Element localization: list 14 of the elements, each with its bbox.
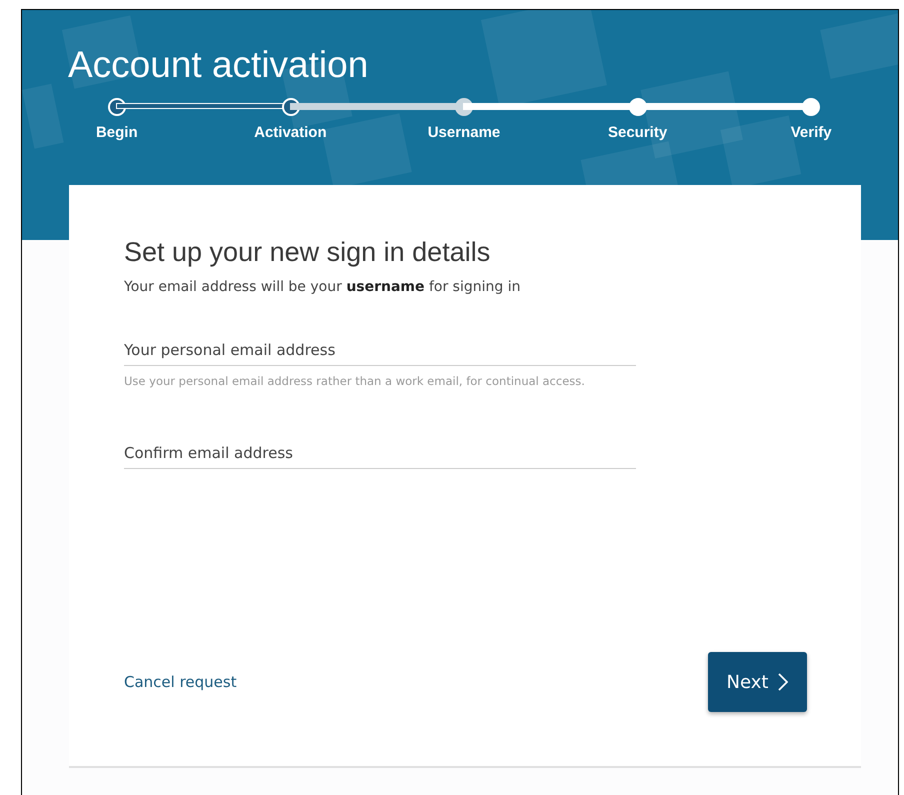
next-button[interactable]: Next bbox=[708, 652, 807, 712]
step-label: Username bbox=[428, 124, 500, 141]
step-label: Activation bbox=[254, 124, 327, 141]
chevron-icon bbox=[778, 673, 788, 691]
email-field[interactable]: Your personal email address bbox=[124, 337, 636, 366]
step-label: Begin bbox=[96, 124, 138, 141]
step-label: Verify bbox=[790, 124, 832, 141]
field-hint: Use your personal email address rather than a work email, for continual access. bbox=[124, 374, 586, 388]
cancel-link[interactable]: Cancel request bbox=[124, 673, 237, 691]
form-heading: Set up your new sign in details bbox=[124, 237, 492, 268]
intro-text: Your email address will be your username for signing in bbox=[124, 279, 522, 295]
step-label: Security bbox=[608, 124, 668, 141]
page-title: Account activation bbox=[67, 43, 370, 86]
email-field[interactable]: Confirm email address bbox=[124, 440, 636, 469]
